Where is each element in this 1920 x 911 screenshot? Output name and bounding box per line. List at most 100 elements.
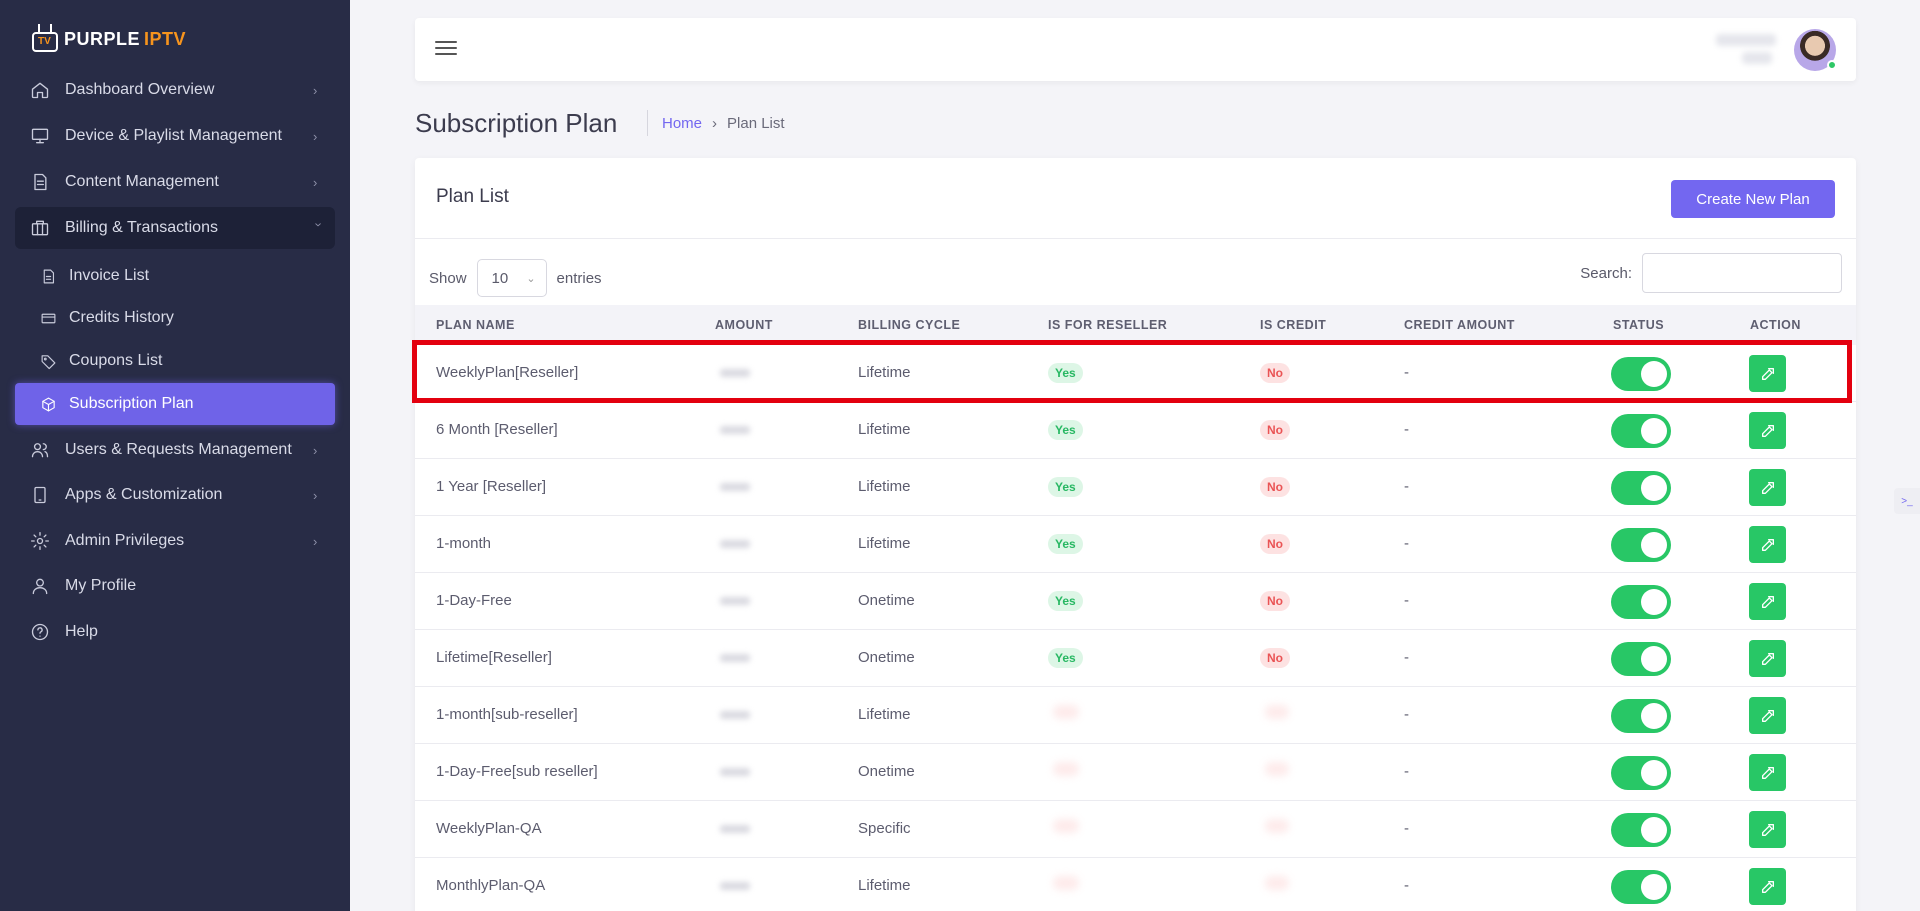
sidebar-item-users-requests[interactable]: Users & Requests Management › <box>15 429 335 471</box>
column-header-amount[interactable]: AMOUNT <box>715 318 773 332</box>
sidebar-item-label: Dashboard Overview <box>65 81 215 98</box>
sidebar-item-label: Subscription Plan <box>69 395 194 412</box>
table-row: WeeklyPlan[Reseller] Lifetime Yes No - <box>415 345 1856 402</box>
chevron-down-icon: › <box>311 222 327 227</box>
status-toggle[interactable] <box>1611 471 1671 505</box>
is-credit-badge-redacted <box>1265 819 1289 833</box>
credit-amount-cell: - <box>1404 478 1409 495</box>
entries-label: entries <box>556 269 602 287</box>
sidebar-item-subscription-plan[interactable]: Subscription Plan <box>15 383 335 425</box>
create-new-plan-button[interactable]: Create New Plan <box>1671 180 1835 218</box>
column-header-action[interactable]: ACTION <box>1750 318 1801 332</box>
search-label: Search: <box>1580 264 1632 282</box>
credit-amount-cell: - <box>1404 592 1409 609</box>
plan-name-cell: 1-month[sub-reseller] <box>436 706 578 723</box>
edit-plan-button[interactable] <box>1749 697 1786 734</box>
user-name-redacted <box>1716 34 1776 46</box>
avatar[interactable] <box>1794 29 1837 71</box>
amount-cell-redacted <box>720 711 750 719</box>
sidebar-item-device-playlist[interactable]: Device & Playlist Management › <box>15 115 335 157</box>
amount-cell-redacted <box>720 483 750 491</box>
status-toggle[interactable] <box>1611 756 1671 790</box>
sidebar-item-label: Credits History <box>69 309 174 326</box>
sidebar-item-label: Help <box>65 623 98 640</box>
amount-cell-redacted <box>720 654 750 662</box>
amount-cell-redacted <box>720 597 750 605</box>
status-toggle[interactable] <box>1611 585 1671 619</box>
sidebar-item-my-profile[interactable]: My Profile <box>15 565 335 607</box>
edit-plan-button[interactable] <box>1749 811 1786 848</box>
is-credit-badge: No <box>1260 420 1290 440</box>
credit-amount-cell: - <box>1404 763 1409 780</box>
sidebar-item-content[interactable]: Content Management › <box>15 161 335 203</box>
table-header: PLAN NAME AMOUNT BILLING CYCLE IS FOR RE… <box>415 305 1856 345</box>
chevron-right-icon: › <box>313 82 318 98</box>
plan-name-cell: MonthlyPlan-QA <box>436 877 546 894</box>
tablet-icon <box>34 486 46 504</box>
is-for-reseller-badge: Yes <box>1048 534 1083 554</box>
edit-plan-button[interactable] <box>1749 640 1786 677</box>
brand-logo[interactable]: TV PURPLE IPTV <box>32 22 186 56</box>
tag-icon <box>41 354 55 369</box>
column-header-is-credit[interactable]: IS CREDIT <box>1260 318 1326 332</box>
sidebar-item-help[interactable]: Help <box>15 611 335 653</box>
entries-select[interactable]: 10 ⌄ <box>476 259 547 297</box>
column-header-billing-cycle[interactable]: BILLING CYCLE <box>858 318 960 332</box>
tv-icon: TV <box>32 24 58 54</box>
sidebar: TV PURPLE IPTV Dashboard Overview › Devic… <box>0 0 350 911</box>
edit-plan-button[interactable] <box>1749 526 1786 563</box>
is-credit-badge-redacted <box>1265 762 1289 776</box>
search-input[interactable] <box>1642 253 1842 293</box>
edit-plan-button[interactable] <box>1749 754 1786 791</box>
sidebar-item-label: Admin Privileges <box>65 532 185 549</box>
status-toggle[interactable] <box>1611 414 1671 448</box>
breadcrumb-home-link[interactable]: Home <box>662 115 702 132</box>
column-header-is-for-reseller[interactable]: IS FOR RESELLER <box>1048 318 1167 332</box>
status-toggle[interactable] <box>1611 699 1671 733</box>
status-toggle[interactable] <box>1611 642 1671 676</box>
customizer-toggle-icon[interactable]: >_ <box>1894 488 1920 514</box>
page-title: Subscription Plan <box>415 108 618 138</box>
sidebar-item-invoice-list[interactable]: Invoice List <box>15 256 335 296</box>
edit-plan-button[interactable] <box>1749 355 1786 392</box>
edit-plan-button[interactable] <box>1749 469 1786 506</box>
edit-plan-button[interactable] <box>1749 868 1786 905</box>
billing-cycle-cell: Onetime <box>858 592 915 609</box>
edit-icon <box>1761 595 1774 608</box>
plan-name-cell: 1-month <box>436 535 492 552</box>
sidebar-item-credits-history[interactable]: Credits History <box>15 298 335 338</box>
sidebar-item-coupons-list[interactable]: Coupons List <box>15 341 335 381</box>
hamburger-menu-icon[interactable] <box>435 38 457 60</box>
is-credit-badge: No <box>1260 363 1290 383</box>
sidebar-item-admin-privileges[interactable]: Admin Privileges › <box>15 520 335 562</box>
status-toggle[interactable] <box>1611 357 1671 391</box>
sidebar-item-label: Apps & Customization <box>65 486 223 503</box>
billing-cycle-cell: Lifetime <box>858 877 911 894</box>
edit-icon <box>1761 823 1774 836</box>
billing-cycle-cell: Lifetime <box>858 535 911 552</box>
user-role-redacted <box>1742 52 1772 64</box>
plan-name-cell: WeeklyPlan[Reseller] <box>436 364 579 381</box>
amount-cell-redacted <box>720 426 750 434</box>
edit-plan-button[interactable] <box>1749 583 1786 620</box>
sidebar-item-label: Device & Playlist Management <box>65 127 282 144</box>
sidebar-item-apps-customization[interactable]: Apps & Customization › <box>15 474 335 516</box>
edit-plan-button[interactable] <box>1749 412 1786 449</box>
status-toggle[interactable] <box>1611 870 1671 904</box>
search-control: Search: <box>1580 253 1842 293</box>
column-header-plan-name[interactable]: PLAN NAME <box>436 318 515 332</box>
column-header-status[interactable]: STATUS <box>1613 318 1664 332</box>
sidebar-item-dashboard[interactable]: Dashboard Overview › <box>15 69 335 111</box>
home-icon <box>31 82 49 99</box>
sidebar-item-billing[interactable]: Billing & Transactions › <box>15 207 335 249</box>
edit-icon <box>1761 481 1774 494</box>
is-for-reseller-badge: Yes <box>1048 591 1083 611</box>
status-toggle[interactable] <box>1611 528 1671 562</box>
plan-name-cell: 1-Day-Free <box>436 592 512 609</box>
status-toggle[interactable] <box>1611 813 1671 847</box>
is-for-reseller-badge-redacted <box>1053 819 1079 833</box>
column-header-credit-amount[interactable]: CREDIT AMOUNT <box>1404 318 1515 332</box>
monitor-icon <box>31 128 49 144</box>
chevron-down-icon: ⌄ <box>526 272 536 285</box>
amount-cell-redacted <box>720 882 750 890</box>
